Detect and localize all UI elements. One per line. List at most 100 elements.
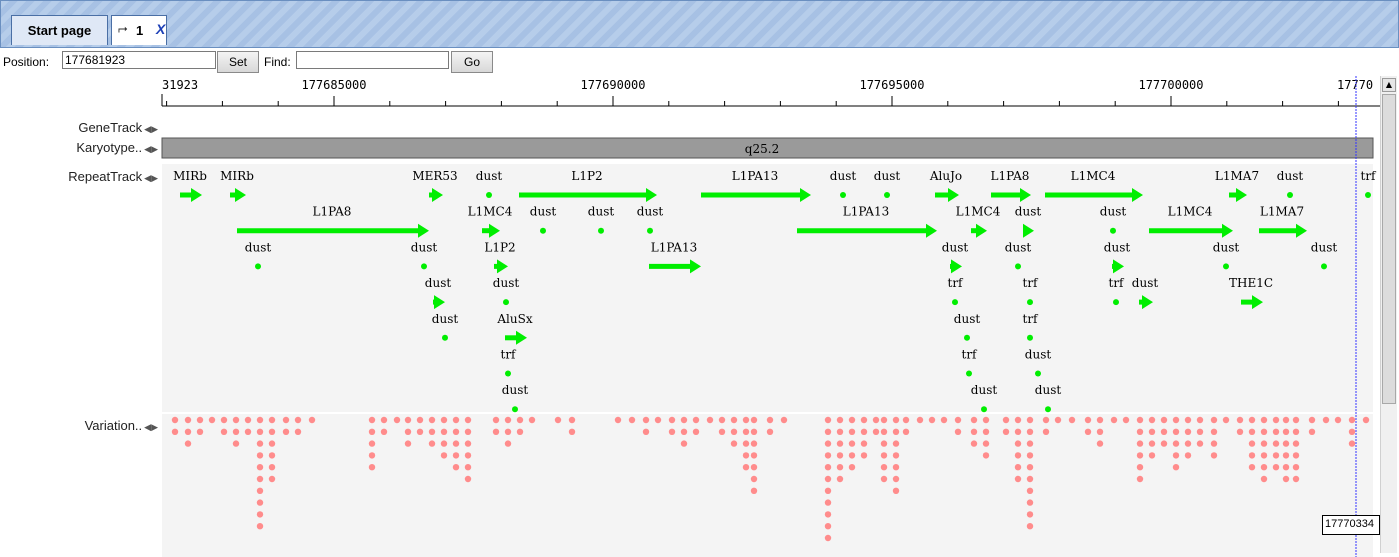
- variation-dot[interactable]: [892, 475, 900, 483]
- variation-dot[interactable]: [706, 416, 714, 424]
- variation-dot[interactable]: [1014, 416, 1022, 424]
- variation-dot[interactable]: [780, 416, 788, 424]
- variation-dot[interactable]: [492, 416, 500, 424]
- variation-dot[interactable]: [750, 475, 758, 483]
- repeat-feature-dot[interactable]: [1223, 263, 1229, 270]
- variation-dot[interactable]: [1014, 475, 1022, 483]
- variation-dot[interactable]: [1148, 440, 1156, 447]
- variation-dot[interactable]: [680, 428, 688, 435]
- repeat-feature-dot[interactable]: [1287, 192, 1293, 198]
- variation-dot[interactable]: [256, 523, 264, 530]
- variation-dot[interactable]: [232, 428, 240, 435]
- variation-dot[interactable]: [742, 440, 750, 447]
- variation-dot[interactable]: [1272, 464, 1280, 471]
- variation-dot[interactable]: [1184, 416, 1192, 424]
- variation-dot[interactable]: [184, 416, 192, 424]
- variation-dot[interactable]: [554, 416, 562, 424]
- variation-dot[interactable]: [750, 428, 758, 435]
- variation-dot[interactable]: [1210, 440, 1218, 447]
- variation-dot[interactable]: [1184, 428, 1192, 435]
- variation-dot[interactable]: [730, 440, 738, 447]
- variation-dot[interactable]: [860, 440, 868, 447]
- variation-dot[interactable]: [1084, 428, 1092, 435]
- variation-dot[interactable]: [836, 464, 844, 471]
- variation-dot[interactable]: [1026, 487, 1034, 494]
- variation-dot[interactable]: [184, 440, 192, 447]
- repeat-feature-dot[interactable]: [486, 192, 492, 198]
- variation-dot[interactable]: [1160, 428, 1168, 435]
- variation-dot[interactable]: [742, 428, 750, 435]
- variation-dot[interactable]: [1348, 428, 1356, 435]
- variation-dot[interactable]: [954, 428, 962, 435]
- variation-dot[interactable]: [892, 464, 900, 471]
- variation-dot[interactable]: [880, 416, 888, 424]
- variation-dot[interactable]: [568, 416, 576, 424]
- variation-dot[interactable]: [1160, 440, 1168, 447]
- variation-dot[interactable]: [1002, 416, 1010, 424]
- variation-dot[interactable]: [1026, 523, 1034, 530]
- variation-dot[interactable]: [824, 428, 832, 435]
- variation-dot[interactable]: [268, 428, 276, 435]
- repeat-feature-dot[interactable]: [1113, 299, 1119, 306]
- variation-dot[interactable]: [368, 428, 376, 435]
- variation-dot[interactable]: [1260, 464, 1268, 471]
- variation-dot[interactable]: [208, 416, 216, 424]
- variation-dot[interactable]: [848, 452, 856, 459]
- repeat-feature-dot[interactable]: [981, 406, 987, 413]
- variation-dot[interactable]: [982, 428, 990, 435]
- variation-dot[interactable]: [824, 464, 832, 471]
- repeat-feature-dot[interactable]: [964, 334, 970, 341]
- variation-dot[interactable]: [1014, 440, 1022, 447]
- variation-dot[interactable]: [1172, 428, 1180, 435]
- variation-dot[interactable]: [940, 416, 948, 424]
- variation-dot[interactable]: [1248, 464, 1256, 471]
- repeat-feature-dot[interactable]: [952, 299, 958, 306]
- variation-dot[interactable]: [1348, 440, 1356, 447]
- repeat-feature-dot[interactable]: [540, 227, 546, 234]
- variation-dot[interactable]: [256, 452, 264, 459]
- variation-dot[interactable]: [742, 416, 750, 424]
- variation-dot[interactable]: [1026, 416, 1034, 424]
- variation-dot[interactable]: [171, 428, 179, 435]
- variation-dot[interactable]: [220, 416, 228, 424]
- variation-dot[interactable]: [1096, 416, 1104, 424]
- variation-dot[interactable]: [1308, 428, 1316, 435]
- variation-dot[interactable]: [1184, 452, 1192, 459]
- tab-session-1[interactable]: ⮣ 1 X: [111, 15, 167, 45]
- variation-dot[interactable]: [196, 428, 204, 435]
- variation-dot[interactable]: [294, 428, 302, 435]
- variation-dot[interactable]: [836, 416, 844, 424]
- repeat-feature-dot[interactable]: [1027, 299, 1033, 306]
- variation-dot[interactable]: [824, 416, 832, 424]
- variation-dot[interactable]: [1042, 416, 1050, 424]
- variation-dot[interactable]: [404, 416, 412, 424]
- variation-dot[interactable]: [1196, 416, 1204, 424]
- variation-dot[interactable]: [982, 452, 990, 459]
- variation-dot[interactable]: [1026, 440, 1034, 447]
- variation-dot[interactable]: [982, 416, 990, 424]
- repeat-feature-dot[interactable]: [1110, 227, 1116, 234]
- variation-dot[interactable]: [1136, 428, 1144, 435]
- variation-dot[interactable]: [282, 428, 290, 435]
- variation-dot[interactable]: [1260, 428, 1268, 435]
- variation-dot[interactable]: [1042, 428, 1050, 435]
- variation-dot[interactable]: [308, 416, 316, 424]
- variation-dot[interactable]: [368, 464, 376, 471]
- variation-dot[interactable]: [1096, 428, 1104, 435]
- repeat-feature-dot[interactable]: [647, 227, 653, 234]
- variation-dot[interactable]: [1054, 416, 1062, 424]
- variation-dot[interactable]: [1282, 452, 1290, 459]
- variation-dot[interactable]: [628, 416, 636, 424]
- variation-dot[interactable]: [750, 440, 758, 447]
- variation-dot[interactable]: [1292, 428, 1300, 435]
- variation-dot[interactable]: [954, 416, 962, 424]
- variation-dot[interactable]: [902, 428, 910, 435]
- variation-dot[interactable]: [824, 475, 832, 483]
- variation-dot[interactable]: [452, 416, 460, 424]
- vertical-scrollbar[interactable]: ▲: [1380, 76, 1397, 553]
- repeat-feature-dot[interactable]: [966, 370, 972, 377]
- variation-dot[interactable]: [256, 464, 264, 471]
- variation-dot[interactable]: [982, 440, 990, 447]
- variation-dot[interactable]: [642, 416, 650, 424]
- variation-dot[interactable]: [1014, 428, 1022, 435]
